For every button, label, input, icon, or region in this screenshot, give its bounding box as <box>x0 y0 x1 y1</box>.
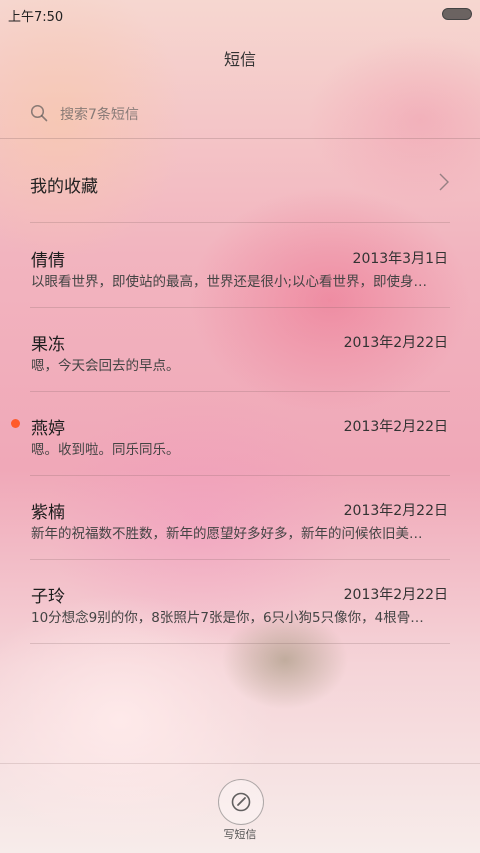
contact-name: 紫楠 <box>31 503 65 523</box>
conversation-item[interactable]: 紫楠 2013年2月22日 新年的祝福数不胜数，新年的愿望好多好多，新年的问候依… <box>0 476 480 560</box>
message-preview: 嗯。收到啦。同乐同乐。 <box>31 442 180 458</box>
message-preview: 以眼看世界，即使站的最高，世界还是很小;以心看世界，即使身… <box>31 274 428 290</box>
conversation-item[interactable]: 果冻 2013年2月22日 嗯，今天会回去的早点。 <box>0 308 480 392</box>
message-date: 2013年2月22日 <box>343 503 448 519</box>
message-preview: 新年的祝福数不胜数，新年的愿望好多好多，新年的问候依旧美… <box>31 526 423 542</box>
search-bar[interactable] <box>30 98 450 130</box>
compose-label: 写短信 <box>223 828 257 841</box>
contact-name: 果冻 <box>31 335 65 355</box>
page-title: 短信 <box>223 50 256 69</box>
message-date: 2013年3月1日 <box>352 251 448 267</box>
status-time: 上午7:50 <box>8 10 64 25</box>
search-icon <box>30 104 48 122</box>
compose-button[interactable] <box>218 779 264 825</box>
battery-icon <box>442 8 472 20</box>
row-divider <box>30 643 450 644</box>
contact-name: 燕婷 <box>31 419 65 439</box>
message-date: 2013年2月22日 <box>343 335 448 351</box>
unread-dot-icon <box>11 419 20 428</box>
conversation-item[interactable]: 燕婷 2013年2月22日 嗯。收到啦。同乐同乐。 <box>0 392 480 476</box>
chevron-right-icon <box>439 173 449 191</box>
message-preview: 10分想念9别的你，8张照片7张是你，6只小狗5只像你，4根骨… <box>31 610 424 626</box>
favorites-divider <box>30 222 450 223</box>
message-preview: 嗯，今天会回去的早点。 <box>31 358 180 374</box>
contact-name: 子玲 <box>31 587 65 607</box>
compose-icon <box>231 792 251 812</box>
bottom-bar-divider <box>0 763 480 764</box>
search-input[interactable] <box>58 102 442 128</box>
message-date: 2013年2月22日 <box>343 419 448 435</box>
conversation-item[interactable]: 子玲 2013年2月22日 10分想念9别的你，8张照片7张是你，6只小狗5只像… <box>0 560 480 644</box>
conversation-item[interactable]: 倩倩 2013年3月1日 以眼看世界，即使站的最高，世界还是很小;以心看世界，即… <box>0 224 480 308</box>
search-divider <box>0 138 480 139</box>
favorites-label: 我的收藏 <box>30 177 98 197</box>
status-bar: 上午7:50 <box>0 0 480 28</box>
contact-name: 倩倩 <box>31 251 65 271</box>
message-date: 2013年2月22日 <box>343 587 448 603</box>
favorites-row[interactable]: 我的收藏 <box>30 160 450 206</box>
conversation-list: 倩倩 2013年3月1日 以眼看世界，即使站的最高，世界还是很小;以心看世界，即… <box>0 224 480 644</box>
